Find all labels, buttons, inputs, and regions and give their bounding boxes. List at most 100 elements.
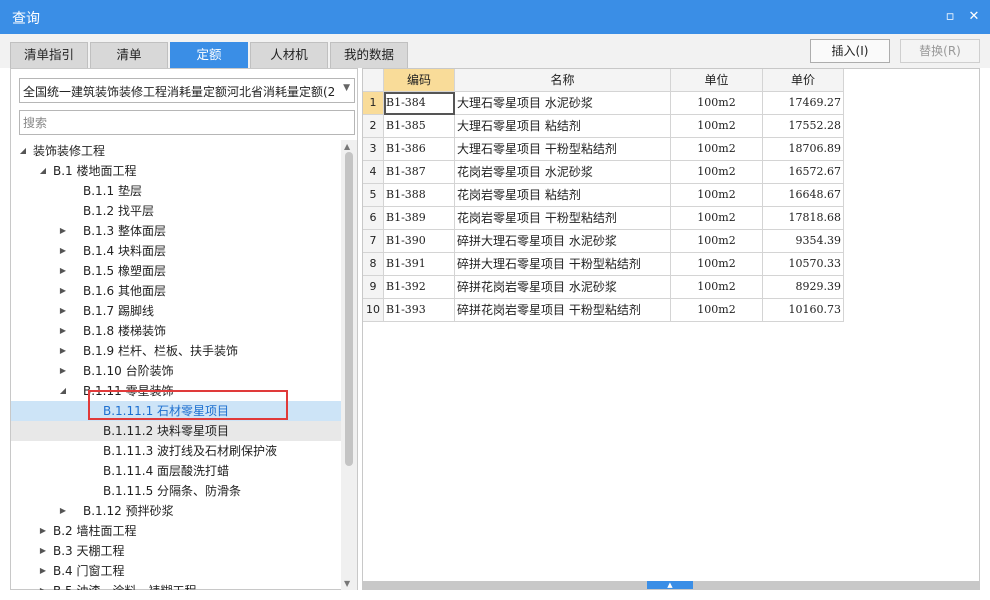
expand-icon[interactable]: ▶ [37, 581, 49, 590]
collapse-icon[interactable]: ◢ [37, 161, 49, 181]
table-cell-name[interactable]: 碎拼大理石零星项目 水泥砂浆 [455, 230, 671, 253]
table-cell-name[interactable]: 碎拼花岗岩零星项目 水泥砂浆 [455, 276, 671, 299]
tab-quota[interactable]: 定额 [170, 42, 248, 68]
tree-node[interactable]: ▶ B.1.10 台阶装饰 [11, 361, 341, 381]
tree-node[interactable]: ▶ B.2 墙柱面工程 [11, 521, 341, 541]
expand-icon[interactable]: ▶ [57, 361, 69, 381]
insert-button[interactable]: 插入(I) [810, 39, 890, 63]
table-cell-price[interactable]: 17818.68 [763, 207, 844, 230]
expand-icon[interactable]: ▶ [57, 281, 69, 301]
table-cell-name[interactable]: 碎拼花岗岩零星项目 干粉型粘结剂 [455, 299, 671, 322]
table-cell-unit[interactable]: 100m2 [671, 276, 763, 299]
column-header-code[interactable]: 编码 [384, 69, 455, 92]
table-cell-unit[interactable]: 100m2 [671, 92, 763, 115]
collapse-up-icon[interactable]: ▲ [647, 581, 693, 589]
scrollbar-thumb[interactable] [345, 152, 353, 466]
tab-bill-guide[interactable]: 清单指引 [10, 42, 88, 68]
tree-node[interactable]: ◢ B.1 楼地面工程 [11, 161, 341, 181]
table-cell-code[interactable]: B1-393 [384, 299, 455, 322]
tree-scrollbar[interactable]: ▲ ▼ [341, 140, 357, 590]
table-cell-price[interactable]: 10570.33 [763, 253, 844, 276]
table-cell-name[interactable]: 花岗岩零星项目 干粉型粘结剂 [455, 207, 671, 230]
tree-node[interactable]: B.1.1 垫层 [11, 181, 341, 201]
table-cell-code[interactable]: B1-391 [384, 253, 455, 276]
tree-node[interactable]: B.1.11.2 块料零星项目 [11, 421, 341, 441]
expand-icon[interactable]: ▶ [57, 241, 69, 261]
tab-bill[interactable]: 清单 [90, 42, 168, 68]
table-cell-unit[interactable]: 100m2 [671, 299, 763, 322]
collapse-icon[interactable]: ◢ [17, 141, 29, 161]
tree-node[interactable]: ▶ B.1.8 楼梯装饰 [11, 321, 341, 341]
expand-icon[interactable]: ▶ [57, 341, 69, 361]
close-icon[interactable]: ✕ [966, 9, 982, 25]
table-cell-unit[interactable]: 100m2 [671, 161, 763, 184]
column-header-unit[interactable]: 单位 [671, 69, 763, 92]
column-header-price[interactable]: 单价 [763, 69, 844, 92]
table-cell-code[interactable]: B1-384 [384, 92, 455, 115]
expand-icon[interactable]: ▶ [37, 561, 49, 581]
column-header-name[interactable]: 名称 [455, 69, 671, 92]
tree-node-label: B.1 楼地面工程 [53, 164, 137, 178]
tree-node[interactable]: ◢ 装饰装修工程 [11, 141, 341, 161]
tab-my-data[interactable]: 我的数据 [330, 42, 408, 68]
table-cell-unit[interactable]: 100m2 [671, 253, 763, 276]
tree-node[interactable]: ▶ B.1.4 块料面层 [11, 241, 341, 261]
tree-node[interactable]: B.1.2 找平层 [11, 201, 341, 221]
table-cell-price[interactable]: 8929.39 [763, 276, 844, 299]
expand-icon[interactable]: ▶ [57, 221, 69, 241]
tree-node[interactable]: ▶ B.1.5 橡塑面层 [11, 261, 341, 281]
tree-node[interactable]: ▶ B.1.9 栏杆、栏板、扶手装饰 [11, 341, 341, 361]
bottom-splitter[interactable]: ▲ [363, 581, 979, 589]
expand-icon[interactable]: ▶ [37, 521, 49, 541]
expand-icon[interactable]: ▶ [57, 501, 69, 521]
table-cell-price[interactable]: 18706.89 [763, 138, 844, 161]
table-cell-price[interactable]: 16572.67 [763, 161, 844, 184]
expand-icon[interactable]: ▶ [57, 261, 69, 281]
table-cell-price[interactable]: 17469.27 [763, 92, 844, 115]
table-cell-name[interactable]: 大理石零星项目 水泥砂浆 [455, 92, 671, 115]
tree-node[interactable]: ▶ B.3 天棚工程 [11, 541, 341, 561]
table-cell-code[interactable]: B1-386 [384, 138, 455, 161]
tree-node[interactable]: ▶ B.1.6 其他面层 [11, 281, 341, 301]
table-cell-code[interactable]: B1-392 [384, 276, 455, 299]
scroll-up-icon[interactable]: ▲ [344, 142, 350, 151]
tree-node[interactable]: ▶ B.5 油漆、涂料、裱糊工程 [11, 581, 341, 590]
table-cell-code[interactable]: B1-388 [384, 184, 455, 207]
table-cell-unit[interactable]: 100m2 [671, 184, 763, 207]
table-cell-price[interactable]: 17552.28 [763, 115, 844, 138]
tree-node[interactable]: B.1.11.3 波打线及石材刷保护液 [11, 441, 341, 461]
table-cell-price[interactable]: 10160.73 [763, 299, 844, 322]
expand-icon[interactable]: ▶ [57, 301, 69, 321]
search-input[interactable] [19, 110, 355, 135]
chevron-down-icon[interactable]: ▼ [343, 83, 350, 93]
table-cell-unit[interactable]: 100m2 [671, 115, 763, 138]
tree-node[interactable]: B.1.11.4 面层酸洗打蜡 [11, 461, 341, 481]
tab-labor-material-machine[interactable]: 人材机 [250, 42, 328, 68]
scroll-down-icon[interactable]: ▼ [344, 579, 350, 588]
quota-library-select[interactable]: 全国统一建筑装饰装修工程消耗量定额河北省消耗量定额(20 ▼ [19, 78, 355, 103]
table-cell-code[interactable]: B1-385 [384, 115, 455, 138]
tree-node[interactable]: ▶ B.4 门窗工程 [11, 561, 341, 581]
table-cell-price[interactable]: 16648.67 [763, 184, 844, 207]
table-cell-unit[interactable]: 100m2 [671, 207, 763, 230]
table-cell-code[interactable]: B1-387 [384, 161, 455, 184]
table-cell-name[interactable]: 大理石零星项目 粘结剂 [455, 115, 671, 138]
table-cell-code[interactable]: B1-390 [384, 230, 455, 253]
maximize-icon[interactable]: ▫ [942, 9, 958, 25]
table-cell-unit[interactable]: 100m2 [671, 230, 763, 253]
collapse-icon[interactable]: ◢ [57, 381, 69, 401]
table-cell-name[interactable]: 碎拼大理石零星项目 干粉型粘结剂 [455, 253, 671, 276]
tree-node[interactable]: B.1.11.5 分隔条、防滑条 [11, 481, 341, 501]
table-cell-name[interactable]: 花岗岩零星项目 粘结剂 [455, 184, 671, 207]
tree-node[interactable]: ▶ B.1.7 踢脚线 [11, 301, 341, 321]
table-cell-price[interactable]: 9354.39 [763, 230, 844, 253]
table-cell-name[interactable]: 大理石零星项目 干粉型粘结剂 [455, 138, 671, 161]
replace-button[interactable]: 替换(R) [900, 39, 980, 63]
tree-node[interactable]: ▶ B.1.3 整体面层 [11, 221, 341, 241]
tree-node[interactable]: ▶ B.1.12 预拌砂浆 [11, 501, 341, 521]
table-cell-unit[interactable]: 100m2 [671, 138, 763, 161]
table-cell-code[interactable]: B1-389 [384, 207, 455, 230]
expand-icon[interactable]: ▶ [57, 321, 69, 341]
table-cell-name[interactable]: 花岗岩零星项目 水泥砂浆 [455, 161, 671, 184]
expand-icon[interactable]: ▶ [37, 541, 49, 561]
